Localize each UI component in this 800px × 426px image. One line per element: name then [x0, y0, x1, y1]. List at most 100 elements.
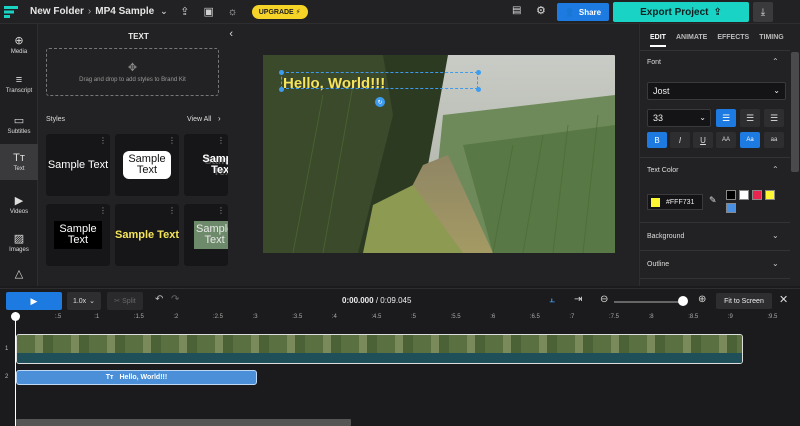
zoom-slider-handle[interactable] [678, 296, 688, 306]
nav-item-elements[interactable]: △ [0, 262, 38, 284]
titlecase-button[interactable]: Aa [740, 132, 760, 148]
timeline-ruler[interactable]: :0:.5:1:1.5:2:2.5:3:3.5:4:4.5:5:5.5:6:6.… [0, 312, 800, 326]
chevron-up-icon[interactable]: ⌃ [772, 57, 779, 66]
chevron-down-icon[interactable]: ⌄ [772, 231, 779, 240]
playhead-line[interactable] [15, 312, 16, 426]
text-style-card[interactable]: Sample Text ⋮ [46, 134, 110, 196]
text-style-card[interactable]: Sample Text ⋮ [46, 204, 110, 266]
share-button[interactable]: 👤 Share [557, 3, 609, 21]
zoom-slider-track[interactable] [614, 301, 686, 303]
tab-timing[interactable]: TIMING [759, 24, 784, 51]
nav-item-transcript[interactable]: ≡ Transcript [0, 66, 38, 102]
chevron-down-icon[interactable]: ⌄ [160, 6, 168, 17]
nav-item-subtitles[interactable]: ▭ Subtitles [0, 106, 38, 142]
snap-icon[interactable]: ⫠ [549, 294, 555, 305]
fit-to-screen-button[interactable]: Fit to Screen [716, 293, 772, 309]
video-preview[interactable]: Hello, World!!! ↻ [263, 55, 615, 253]
chevron-up-icon[interactable]: ⌃ [772, 165, 779, 174]
font-size-select[interactable]: 33 ⌄ [647, 109, 711, 127]
zoom-out-icon[interactable]: ⊖ [600, 294, 608, 305]
lightbulb-icon[interactable]: ☼ [226, 5, 240, 19]
swatch-red[interactable] [752, 190, 762, 200]
video-thumbnails [17, 335, 742, 353]
resize-handle[interactable] [279, 70, 284, 75]
playhead-handle[interactable] [11, 312, 20, 321]
swatch-white[interactable] [739, 190, 749, 200]
background-section-label[interactable]: Background [647, 233, 684, 240]
text-style-card[interactable]: Sample Text ⋮ [115, 204, 179, 266]
nav-label: Subtitles [7, 128, 31, 135]
swatch-black[interactable] [726, 190, 736, 200]
split-button[interactable]: ✂ Split [107, 292, 143, 310]
more-icon[interactable]: ⋮ [217, 206, 225, 215]
nav-item-videos[interactable]: ▶ Videos [0, 186, 38, 222]
dropzone-text: Drag and drop to add styles to Brand Kit [79, 77, 186, 83]
properties-panel: EDIT ANIMATE EFFECTS TIMING Font ⌃ Jost … [639, 24, 800, 286]
outline-section-label[interactable]: Outline [647, 261, 669, 268]
more-icon[interactable]: ⋮ [168, 136, 176, 145]
align-right-button[interactable]: ☰ [764, 109, 784, 127]
fit-width-icon[interactable]: ⇥ [574, 294, 582, 305]
export-project-button[interactable]: Export Project ⇪ [613, 2, 749, 22]
media-icon: ⊕ [14, 34, 24, 47]
project-name[interactable]: MP4 Sample [95, 6, 154, 17]
swatch-blue[interactable] [726, 203, 736, 213]
text-selection-box[interactable] [281, 72, 478, 89]
nav-item-images[interactable]: ▨ Images [0, 224, 38, 260]
text-color-input[interactable]: #FFF731 [647, 194, 703, 210]
timeline-scrollbar[interactable] [16, 419, 351, 426]
text-style-card[interactable]: Sample Text ⋮ [115, 134, 179, 196]
upgrade-button[interactable]: UPGRADE ⚡ [251, 4, 308, 19]
brand-kit-dropzone[interactable]: ✥ Drag and drop to add styles to Brand K… [46, 48, 219, 96]
breadcrumb-folder[interactable]: New Folder [30, 6, 84, 17]
redo-icon[interactable]: ↷ [171, 294, 179, 305]
text-style-card[interactable]: Sample Text ⋮ [184, 204, 228, 266]
swatch-yellow[interactable] [765, 190, 775, 200]
font-family-select[interactable]: Jost ⌄ [647, 82, 786, 100]
text-panel: TEXT ‹ ✥ Drag and drop to add styles to … [38, 24, 274, 300]
more-icon[interactable]: ⋮ [168, 206, 176, 215]
uppercase-button[interactable]: AA [716, 132, 736, 148]
image-icon[interactable]: ▣ [202, 5, 216, 19]
nav-item-text[interactable]: Tт Text [0, 144, 38, 180]
more-icon[interactable]: ⋮ [217, 136, 225, 145]
resize-handle[interactable] [476, 70, 481, 75]
view-all-link[interactable]: View All [187, 116, 211, 123]
upload-icon[interactable]: ⇪ [178, 5, 192, 19]
play-button[interactable]: ▶ [6, 292, 62, 310]
divider [640, 222, 790, 223]
italic-button[interactable]: I [670, 132, 690, 148]
tab-effects[interactable]: EFFECTS [717, 24, 749, 51]
comment-icon[interactable]: ▤ [512, 5, 521, 16]
close-timeline-icon[interactable]: ✕ [779, 293, 788, 306]
more-icon[interactable]: ⋮ [99, 206, 107, 215]
undo-icon[interactable]: ↶ [155, 294, 163, 305]
lowercase-button[interactable]: aa [764, 132, 784, 148]
resize-handle[interactable] [476, 87, 481, 92]
download-button[interactable]: ⤓ [753, 2, 773, 22]
nav-item-media[interactable]: ⊕ Media [0, 26, 38, 62]
ruler-tick: :4.5 [371, 314, 382, 320]
align-center-button[interactable]: ☰ [740, 109, 760, 127]
tab-animate[interactable]: ANIMATE [676, 24, 707, 51]
app-logo[interactable] [0, 0, 22, 24]
eyedropper-icon[interactable]: ✎ [709, 195, 717, 206]
resize-handle[interactable] [279, 87, 284, 92]
tab-edit[interactable]: EDIT [650, 24, 666, 51]
properties-scrollbar[interactable] [791, 52, 799, 172]
ruler-tick: :8.5 [688, 314, 699, 320]
chevron-right-icon[interactable]: › [218, 114, 221, 123]
text-clip[interactable]: Tт Hello, World!!! [16, 370, 257, 385]
underline-button[interactable]: U [693, 132, 713, 148]
text-style-card[interactable]: Sample Text ⋮ [184, 134, 228, 196]
gear-icon[interactable]: ⚙ [536, 4, 546, 17]
more-icon[interactable]: ⋮ [99, 136, 107, 145]
bold-button[interactable]: B [647, 132, 667, 148]
chevron-down-icon[interactable]: ⌄ [772, 259, 779, 268]
collapse-panel-icon[interactable]: ‹ [229, 28, 233, 40]
speed-select[interactable]: 1.0x ⌄ [67, 292, 101, 310]
align-left-button[interactable]: ☰ [716, 109, 736, 127]
zoom-in-icon[interactable]: ⊕ [698, 294, 706, 305]
rotate-icon[interactable]: ↻ [375, 97, 385, 107]
video-clip[interactable] [16, 334, 743, 364]
